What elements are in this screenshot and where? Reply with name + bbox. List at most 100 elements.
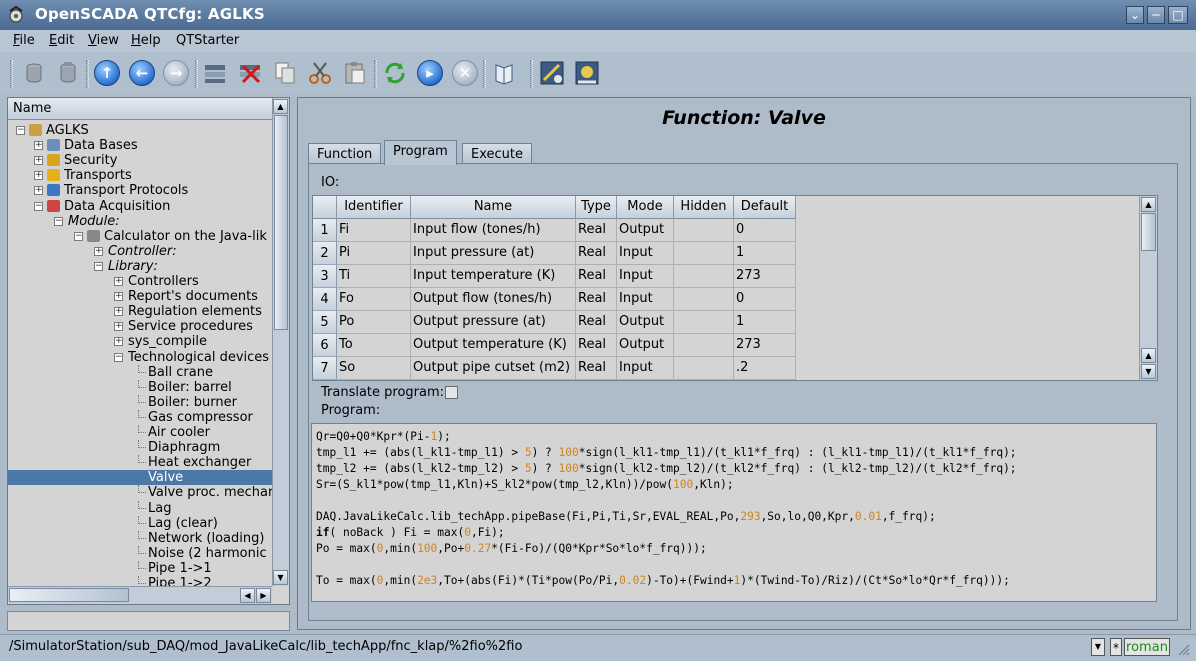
manual-icon[interactable]	[491, 60, 517, 86]
collapse-icon[interactable]: −	[114, 352, 123, 362]
resize-grip-icon[interactable]	[1176, 642, 1190, 656]
tree-item[interactable]: Technological devices	[128, 350, 269, 365]
menu-qtstarter[interactable]: QTStarter	[176, 33, 239, 48]
cut-icon[interactable]	[307, 60, 333, 86]
row-header[interactable]: 3	[313, 265, 337, 288]
row-header[interactable]: 1	[313, 219, 337, 242]
tree-item[interactable]: Data Acquisition	[64, 199, 170, 214]
table-cell[interactable]	[674, 242, 734, 265]
tree-item[interactable]: Noise (2 harmonic	[148, 546, 267, 561]
scroll-up-arrow-icon[interactable]: ▲	[1141, 348, 1156, 363]
table-cell[interactable]	[674, 311, 734, 334]
table-cell[interactable]: 0	[734, 288, 796, 311]
column-header[interactable]: Name	[411, 196, 576, 219]
tree-item[interactable]: Ball crane	[148, 365, 213, 380]
row-header[interactable]: 6	[313, 334, 337, 357]
tree-item[interactable]: Controller:	[108, 244, 177, 259]
column-header[interactable]: Mode	[617, 196, 674, 219]
table-cell[interactable]: 1	[734, 242, 796, 265]
table-cell[interactable]: To	[337, 334, 411, 357]
tree-filter-field[interactable]	[7, 611, 290, 631]
tab-function[interactable]: Function	[308, 143, 382, 165]
table-cell[interactable]: Output	[617, 311, 674, 334]
tree-item[interactable]: Module:	[68, 214, 120, 229]
menu-help[interactable]: Help	[131, 33, 161, 48]
tree-header[interactable]: Name	[8, 98, 272, 120]
tree-item[interactable]: Security	[64, 153, 117, 168]
tree-item[interactable]: Pipe 1->2	[148, 576, 212, 586]
tree-item[interactable]: Report's documents	[128, 289, 258, 304]
window-maximize-button[interactable]: □	[1168, 6, 1188, 24]
scroll-down-arrow-icon[interactable]: ▼	[273, 570, 288, 585]
table-cell[interactable]: So	[337, 357, 411, 380]
tree-item[interactable]: Boiler: burner	[148, 395, 237, 410]
expand-icon[interactable]: +	[34, 156, 43, 166]
tree-item[interactable]: Lag (clear)	[148, 516, 218, 531]
table-cell[interactable]: Ti	[337, 265, 411, 288]
scroll-up-arrow-icon[interactable]: ▲	[273, 99, 288, 114]
table-cell[interactable]: Po	[337, 311, 411, 334]
expand-icon[interactable]: +	[114, 292, 123, 302]
expand-icon[interactable]: +	[34, 141, 43, 151]
table-cell[interactable]: Input	[617, 265, 674, 288]
tree-item[interactable]: Transport Protocols	[64, 183, 188, 198]
table-cell[interactable]: Fo	[337, 288, 411, 311]
column-header[interactable]: Hidden	[674, 196, 734, 219]
tab-execute[interactable]: Execute	[462, 143, 532, 165]
collapse-icon[interactable]: −	[94, 261, 103, 271]
table-cell[interactable]: Real	[576, 242, 617, 265]
db-save-icon[interactable]	[55, 60, 81, 86]
table-cell[interactable]	[674, 288, 734, 311]
table-cell[interactable]: Pi	[337, 242, 411, 265]
tree-item[interactable]: Library:	[108, 259, 158, 274]
tree-item[interactable]: Heat exchanger	[148, 455, 251, 470]
scroll-right-arrow-icon[interactable]: ▶	[256, 588, 271, 603]
table-cell[interactable]	[674, 357, 734, 380]
row-header[interactable]: 4	[313, 288, 337, 311]
tree-item[interactable]: Boiler: barrel	[148, 380, 232, 395]
table-cell[interactable]: Real	[576, 334, 617, 357]
tree-item[interactable]: Valve	[8, 470, 272, 486]
table-cell[interactable]: Real	[576, 219, 617, 242]
table-corner[interactable]	[313, 196, 337, 219]
table-cell[interactable]	[674, 219, 734, 242]
expand-icon[interactable]: +	[114, 322, 123, 332]
scroll-thumb[interactable]	[274, 115, 288, 330]
status-modified-indicator[interactable]: *	[1110, 638, 1122, 656]
scroll-down-arrow-icon[interactable]: ▼	[1141, 364, 1156, 379]
tree-item[interactable]: Pipe 1->1	[148, 561, 212, 576]
collapse-icon[interactable]: −	[34, 201, 43, 211]
item-add-icon[interactable]	[202, 60, 228, 86]
tree-vertical-scrollbar[interactable]: ▲ ▼	[272, 98, 289, 586]
row-header[interactable]: 7	[313, 357, 337, 380]
tree-item[interactable]: Air cooler	[148, 425, 210, 440]
table-cell[interactable]: Fi	[337, 219, 411, 242]
table-cell[interactable]	[674, 334, 734, 357]
tree-item[interactable]: Transports	[64, 168, 132, 183]
table-cell[interactable]: 273	[734, 334, 796, 357]
tree-item[interactable]: sys_compile	[128, 334, 207, 349]
navigation-tree[interactable]: − AGLKS + Data Bases + Security + Transports + Tr…	[8, 120, 272, 586]
scroll-up-arrow-icon[interactable]: ▲	[1141, 197, 1156, 212]
expand-icon[interactable]: +	[114, 337, 123, 347]
copy-icon[interactable]	[272, 60, 298, 86]
column-header[interactable]: Identifier	[337, 196, 411, 219]
config-icon[interactable]	[539, 60, 565, 86]
toolbar-handle[interactable]	[10, 60, 13, 88]
table-cell[interactable]: Output temperature (K)	[411, 334, 576, 357]
status-user[interactable]: roman	[1124, 638, 1170, 656]
refresh-icon[interactable]	[382, 60, 408, 86]
tree-item[interactable]: Valve proc. mechar	[148, 485, 272, 500]
scroll-left-arrow-icon[interactable]: ◀	[240, 588, 255, 603]
expand-icon[interactable]: +	[114, 307, 123, 317]
paste-icon[interactable]	[342, 60, 368, 86]
table-cell[interactable]: 0	[734, 219, 796, 242]
row-header[interactable]: 5	[313, 311, 337, 334]
translate-program-checkbox[interactable]	[445, 386, 458, 399]
table-cell[interactable]: Output flow (tones/h)	[411, 288, 576, 311]
tree-item[interactable]: AGLKS	[46, 123, 89, 138]
up-icon[interactable]: ↑	[94, 60, 120, 86]
collapse-icon[interactable]: −	[74, 231, 83, 241]
collapse-icon[interactable]: −	[54, 216, 63, 226]
table-cell[interactable]: Real	[576, 311, 617, 334]
